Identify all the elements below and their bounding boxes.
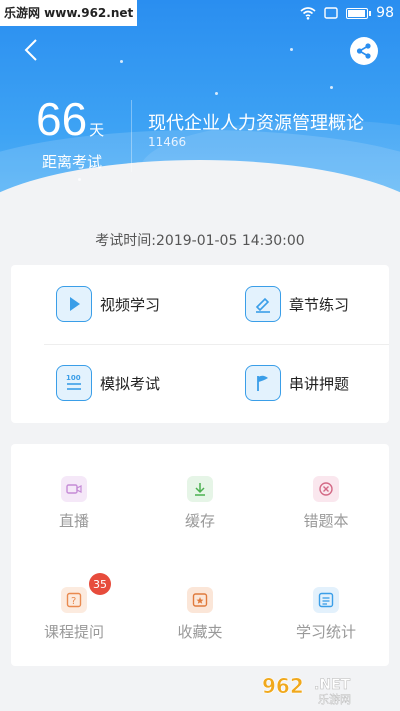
study-stats-button[interactable]: 学习统计 (263, 587, 389, 642)
tool-label: 收藏夹 (177, 623, 223, 641)
stats-icon (313, 587, 339, 613)
header-divider (131, 100, 132, 172)
countdown-days: 66 天 (36, 92, 104, 146)
share-button[interactable] (350, 37, 378, 65)
favorites-button[interactable]: 收藏夹 (137, 587, 263, 642)
tool-label: 错题本 (303, 512, 349, 530)
chevron-left-icon (24, 39, 37, 61)
wrong-book-icon (313, 476, 339, 502)
feature-label: 章节练习 (289, 295, 350, 314)
video-study-button[interactable]: 视频学习 (56, 286, 160, 322)
course-code: 11466 (148, 135, 187, 149)
course-question-button[interactable]: ? 35 课程提问 (11, 573, 137, 642)
question-icon: ? (61, 587, 87, 613)
play-icon (56, 286, 92, 322)
svg-text:.NET: .NET (314, 677, 351, 693)
back-button[interactable] (18, 36, 46, 64)
feature-label: 串讲押题 (289, 374, 350, 393)
edit-icon (245, 286, 281, 322)
tool-label: 学习统计 (295, 623, 356, 641)
star-decoration (330, 86, 333, 89)
battery-percent: 98 (376, 5, 394, 21)
screen-icon (324, 7, 338, 19)
course-title: 现代企业人力资源管理概论 (148, 113, 364, 134)
site-logo-watermark: 962 .NET 乐游网 (262, 674, 352, 707)
cache-button[interactable]: 缓存 (137, 476, 263, 531)
battery-icon (346, 7, 372, 19)
download-icon (187, 476, 213, 502)
share-icon (356, 43, 371, 59)
key-points-button[interactable]: 串讲押题 (245, 365, 349, 401)
tool-label: 直播 (58, 512, 89, 530)
flag-icon (245, 365, 281, 401)
exam-time: 考试时间:2019-01-05 14:30:00 (95, 233, 305, 249)
feature-divider (44, 344, 389, 345)
mock-exam-button[interactable]: 100 模拟考试 (56, 365, 160, 401)
feature-label: 视频学习 (100, 295, 161, 314)
exam-100-icon: 100 (56, 365, 92, 401)
live-video-icon (61, 476, 87, 502)
wrong-book-button[interactable]: 错题本 (263, 476, 389, 531)
feature-card: 视频学习 章节练习 100 模拟考试 串讲押题 (11, 265, 389, 423)
star-decoration (120, 60, 123, 63)
until-exam-label: 距离考试 (42, 153, 103, 171)
star-decoration (78, 178, 81, 181)
days-number: 66 (36, 93, 88, 145)
wifi-icon (300, 7, 316, 20)
star-decoration (290, 48, 293, 51)
tool-label: 课程提问 (43, 623, 104, 641)
svg-text:?: ? (71, 596, 76, 607)
chapter-practice-button[interactable]: 章节练习 (245, 286, 349, 322)
site-watermark: 乐游网 www.962.net (0, 0, 138, 26)
days-unit: 天 (89, 121, 105, 139)
svg-text:100: 100 (66, 374, 81, 382)
favorite-icon (187, 587, 213, 613)
tool-label: 缓存 (184, 512, 215, 530)
status-bar: 98 (300, 2, 394, 24)
feature-label: 模拟考试 (100, 374, 161, 393)
tools-card: 直播 缓存 错题本 ? 35 课程提问 收藏夹 学习统计 (11, 444, 389, 666)
star-decoration (215, 92, 218, 95)
svg-text:乐游网: 乐游网 (318, 693, 351, 706)
svg-text:962: 962 (262, 674, 304, 698)
question-count-badge: 35 (89, 573, 111, 595)
live-button[interactable]: 直播 (11, 476, 137, 531)
